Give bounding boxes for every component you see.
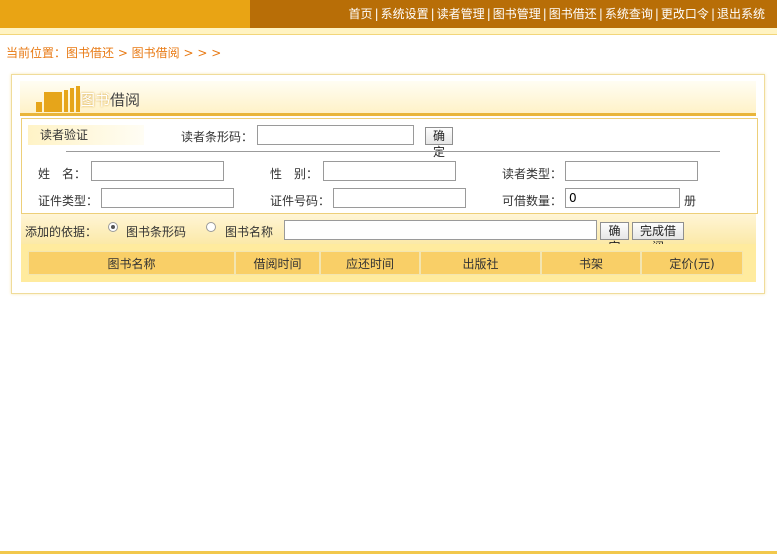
main-nav: 首页 | 系统设置 | 读者管理 | 图书管理 | 图书借还 | 系统查询 | 更改口令 | 退出系统 — [349, 0, 765, 28]
panel-header: 图书借阅 — [20, 81, 756, 116]
borrow-count-unit: 册 — [684, 194, 697, 208]
id-number-input[interactable] — [333, 188, 466, 208]
nav-separator: | — [430, 7, 435, 21]
panel-title-part2: 借阅 — [110, 91, 141, 109]
gender-label: 性 别： — [270, 167, 319, 181]
col-book-name: 图书名称 — [28, 251, 235, 275]
name-input[interactable] — [91, 161, 224, 181]
nav-separator: | — [486, 7, 491, 21]
col-shelf: 书架 — [541, 251, 641, 275]
name-label: 姓 名： — [38, 167, 87, 181]
panel-title-part1: 图书 — [80, 91, 111, 109]
id-number-label: 证件号码： — [270, 194, 331, 208]
radio-book-name[interactable] — [206, 222, 216, 232]
nav-reader-management[interactable]: 读者管理 — [437, 7, 485, 21]
panel-title: 图书借阅 — [80, 89, 140, 110]
nav-book-management[interactable]: 图书管理 — [493, 7, 541, 21]
nav-separator: | — [710, 7, 715, 21]
gender-input[interactable] — [323, 161, 456, 181]
nav-system-settings[interactable]: 系统设置 — [381, 7, 429, 21]
reader-type-input[interactable] — [565, 161, 698, 181]
id-type-label: 证件类型： — [38, 194, 99, 208]
id-type-input[interactable] — [101, 188, 234, 208]
nav-separator: | — [374, 7, 379, 21]
radio-book-barcode[interactable] — [108, 222, 118, 232]
radio-book-barcode-label: 图书条形码 — [126, 225, 187, 239]
top-bar-nav-area: 首页 | 系统设置 | 读者管理 | 图书管理 | 图书借还 | 系统查询 | 更改口令 | 退出系统 — [250, 0, 777, 28]
nav-separator: | — [654, 7, 659, 21]
book-search-input[interactable] — [284, 220, 597, 240]
reader-barcode-label: 读者条形码： — [181, 130, 254, 144]
book-confirm-button[interactable]: 确定 — [600, 222, 629, 254]
nav-system-query[interactable]: 系统查询 — [605, 7, 653, 21]
nav-home[interactable]: 首页 — [349, 7, 373, 21]
nav-book-borrow-return[interactable]: 图书借还 — [549, 7, 597, 21]
radio-book-name-label: 图书名称 — [225, 225, 274, 239]
reader-type-label: 读者类型： — [502, 167, 563, 181]
nav-separator: | — [598, 7, 603, 21]
reader-barcode-input[interactable] — [257, 125, 414, 145]
borrow-table: 图书名称 借阅时间 应还时间 出版社 书架 定价(元) — [21, 244, 756, 282]
nav-logout[interactable]: 退出系统 — [717, 7, 765, 21]
top-bar: 首页 | 系统设置 | 读者管理 | 图书管理 | 图书借还 | 系统查询 | 更改口令 | 退出系统 — [0, 0, 777, 28]
bottom-divider — [0, 551, 777, 554]
borrow-count-label: 可借数量： — [502, 194, 563, 208]
form-divider — [66, 151, 720, 152]
top-divider — [0, 28, 777, 35]
reader-verify-label: 读者验证 — [28, 125, 144, 145]
add-basis-label: 添加的依据： — [25, 225, 98, 239]
col-price: 定价(元) — [641, 251, 743, 275]
col-publisher: 出版社 — [420, 251, 541, 275]
reader-confirm-button[interactable]: 确定 — [425, 127, 453, 159]
finish-borrow-button[interactable]: 完成借阅 — [632, 222, 684, 254]
breadcrumb: 当前位置：图书借还 > 图书借阅 > > > — [6, 46, 222, 60]
nav-separator: | — [542, 7, 547, 21]
nav-change-password[interactable]: 更改口令 — [661, 7, 709, 21]
borrow-count-input[interactable] — [565, 188, 680, 208]
col-borrow-time: 借阅时间 — [235, 251, 320, 275]
col-due-time: 应还时间 — [320, 251, 420, 275]
